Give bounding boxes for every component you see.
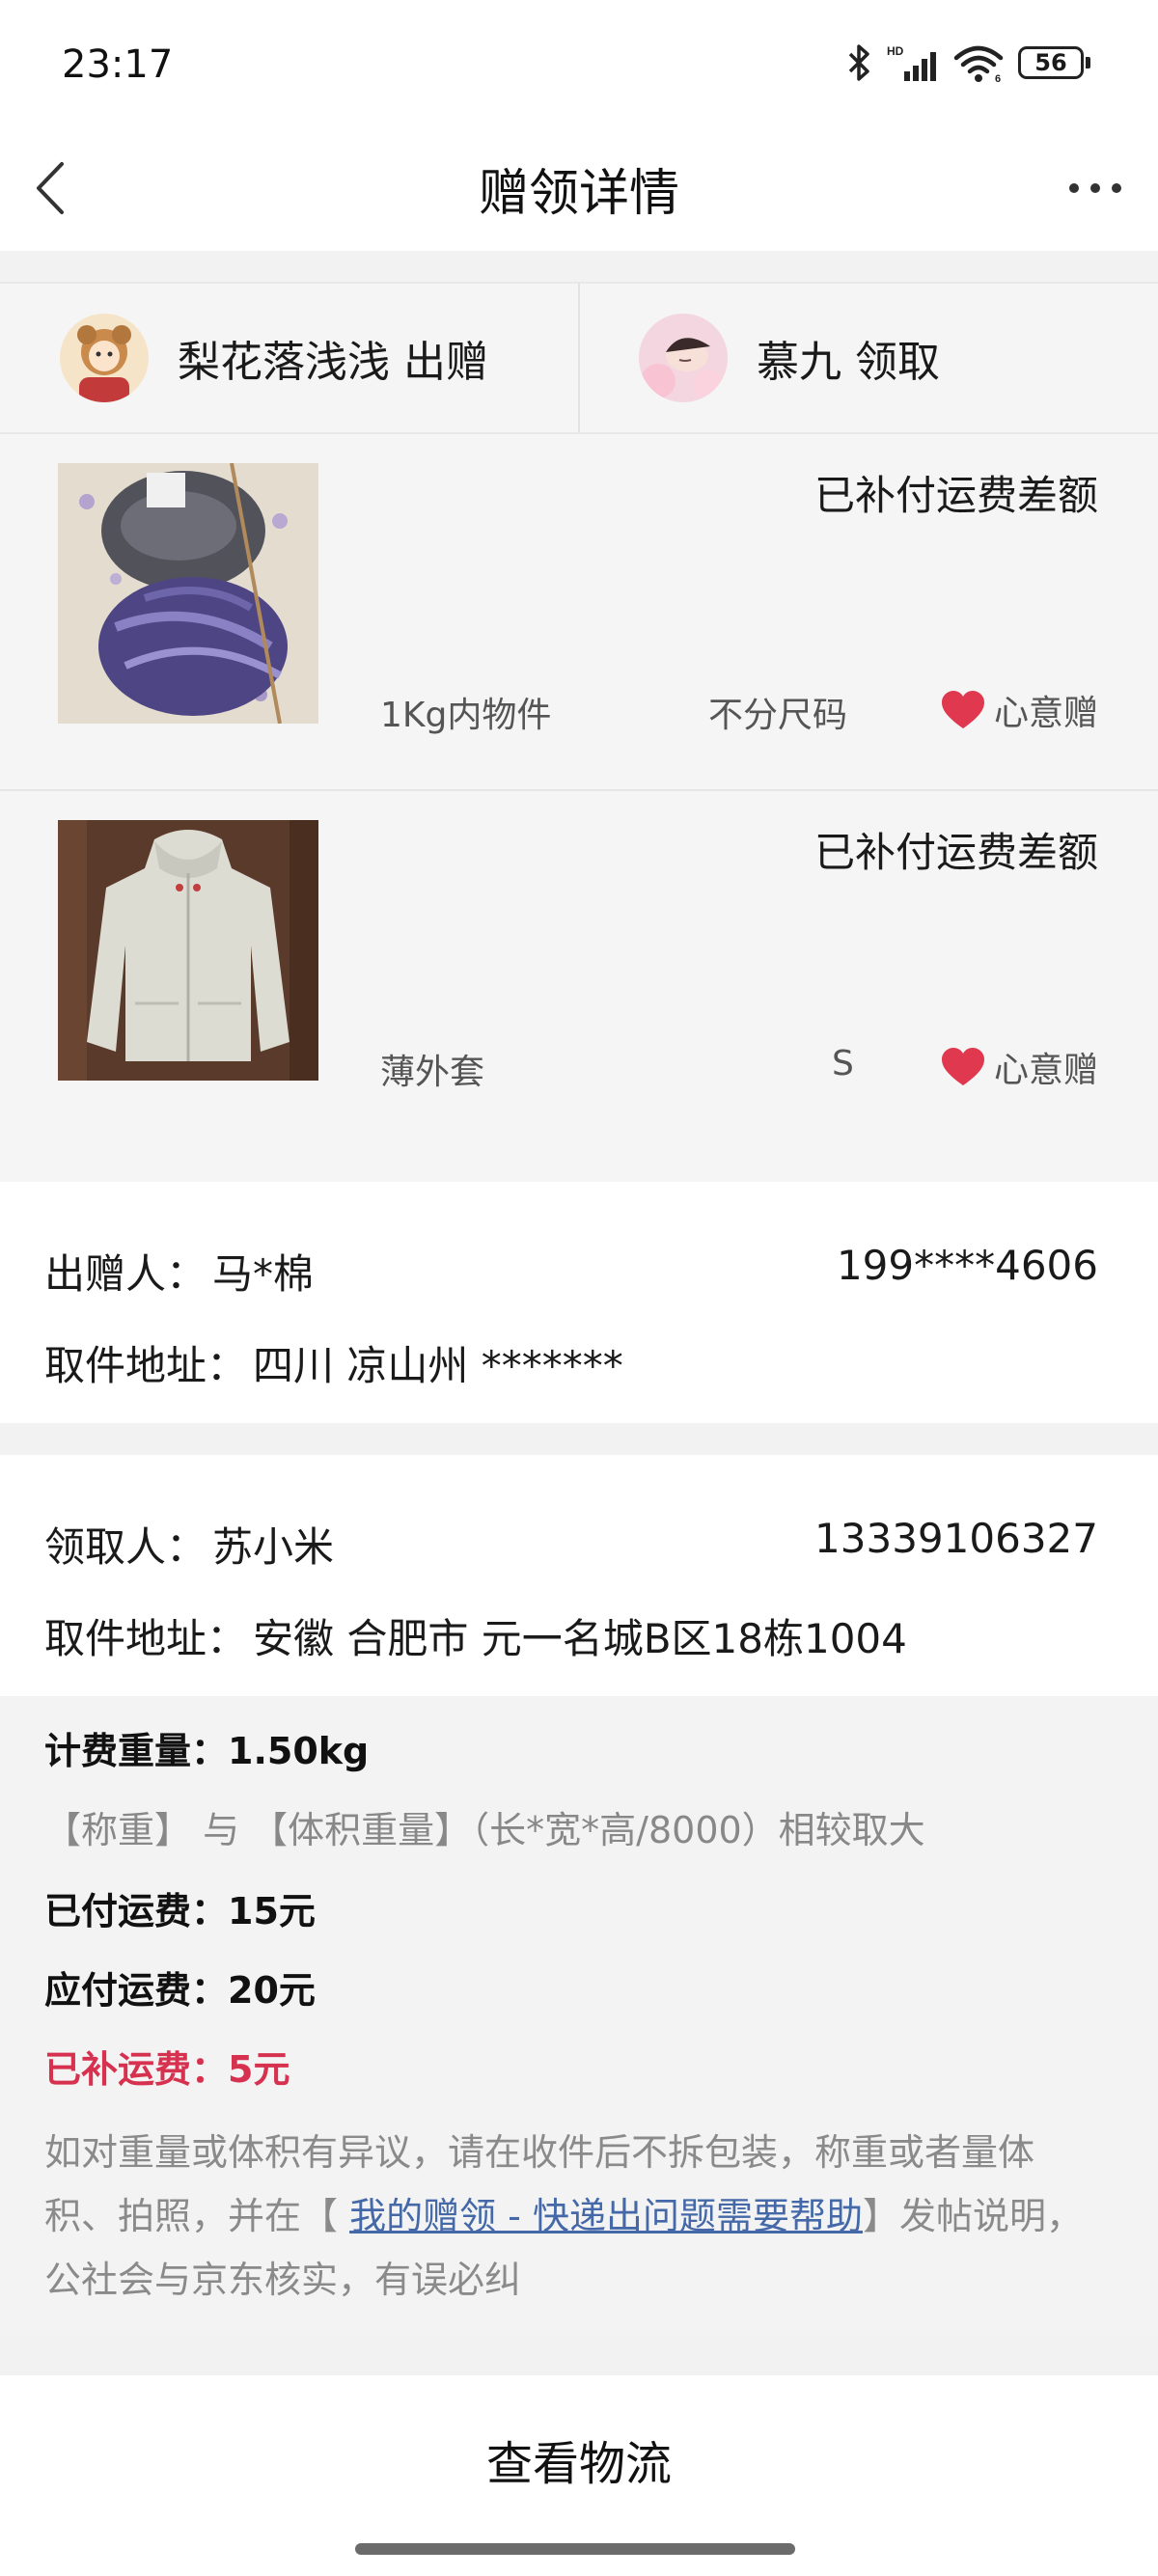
svg-text:6: 6 <box>995 73 1001 83</box>
giver-info-card: 出赠人： 马*棉 199****4606 取件地址： 四川 凉山州 ******* <box>0 1182 1158 1423</box>
status-time: 23:17 <box>62 42 174 87</box>
giver-address-label: 取件地址： <box>44 1342 248 1389</box>
receiver-party[interactable]: 慕九 领取 <box>639 284 940 432</box>
item-thumbnail-yarn <box>58 463 318 724</box>
item-size: 不分尺码 <box>708 696 848 735</box>
item-card[interactable]: 已补付运费差额 薄外套 S 心意赠 <box>0 791 1158 1182</box>
billing-weight-row: 计费重量：1.50kg <box>44 1721 1098 1774</box>
giver-contact-row: 出赠人： 马*棉 199****4606 <box>44 1242 1098 1301</box>
battery-icon: 56 <box>1018 46 1090 79</box>
item-thumbnail-jacket <box>58 820 318 1081</box>
status-bar: 23:17 HD 6 56 <box>0 0 1158 125</box>
item-size: S <box>832 1044 854 1083</box>
receiver-address-label: 取件地址： <box>44 1615 248 1662</box>
paid-fee-row: 已付运费：15元 <box>44 1881 1098 1934</box>
paid-fee-value: 15元 <box>228 1890 316 1932</box>
item-tag-label: 心意赠 <box>993 1051 1098 1090</box>
receiver-label: 领取人： <box>44 1523 207 1571</box>
party-divider <box>578 284 580 432</box>
receiver-contact-name: 苏小米 <box>212 1523 335 1571</box>
receiver-address-row: 取件地址： 安徽 合肥市 元一名城B区18栋1004 <box>44 1606 1098 1665</box>
fee-section: 计费重量：1.50kg 【称重】 与 【体积重量】（长*宽*高/8000）相较取… <box>0 1696 1158 2337</box>
billing-weight-value: 1.50kg <box>228 1730 370 1772</box>
home-indicator[interactable] <box>355 2543 795 2555</box>
item-tag: 心意赠 <box>940 685 1098 735</box>
giver-address-row: 取件地址： 四川 凉山州 ******* <box>44 1333 1098 1392</box>
extra-fee-label: 已补运费： <box>44 2048 229 2091</box>
wifi-icon: 6 <box>953 45 1004 83</box>
svg-text:HD: HD <box>887 44 904 58</box>
due-fee-label: 应付运费： <box>44 1969 229 2012</box>
extra-fee-row: 已补运费：5元 <box>44 2040 1098 2093</box>
giver-label: 出赠人： <box>44 1250 207 1298</box>
bluetooth-icon <box>848 44 869 81</box>
bottom-bar: 查看物流 <box>0 2375 1158 2576</box>
heart-icon <box>941 1048 984 1085</box>
receiver-phone: 13339106327 <box>814 1515 1098 1562</box>
item-name: 薄外套 <box>380 1053 485 1092</box>
item-name: 1Kg内物件 <box>380 696 552 735</box>
more-options-icon[interactable] <box>1062 154 1129 222</box>
giver-role: 出赠 <box>403 338 488 387</box>
status-icons: HD 6 56 <box>844 42 1090 83</box>
item-tag-label: 心意赠 <box>993 694 1098 733</box>
giver-party[interactable]: 梨花落浅浅 出赠 <box>60 284 488 432</box>
parties-row: 梨花落浅浅 出赠 慕九 领取 <box>0 282 1158 434</box>
paid-fee-label: 已付运费： <box>44 1890 229 1932</box>
battery-level: 56 <box>1018 46 1084 79</box>
giver-address: 四川 凉山州 ******* <box>253 1342 623 1389</box>
signal-icon: HD <box>887 44 936 81</box>
view-logistics-button[interactable]: 查看物流 <box>0 2425 1158 2493</box>
receiver-address: 安徽 合肥市 元一名城B区18栋1004 <box>253 1615 907 1662</box>
due-fee-value: 20元 <box>228 1969 316 2012</box>
giver-avatar <box>60 314 149 402</box>
page-title: 赠领详情 <box>478 165 679 223</box>
weight-rule: 【称重】 与 【体积重量】（长*宽*高/8000）相较取大 <box>44 1809 925 1851</box>
giver-contact-name: 马*棉 <box>212 1250 315 1298</box>
receiver-info-card: 领取人： 苏小米 13339106327 取件地址： 安徽 合肥市 元一名城B区18… <box>0 1455 1158 1696</box>
receiver-name: 慕九 <box>757 338 841 387</box>
due-fee-row: 应付运费：20元 <box>44 1960 1098 2014</box>
nav-bar: 赠领详情 <box>0 125 1158 251</box>
heart-icon <box>941 691 984 728</box>
receiver-avatar <box>639 314 728 402</box>
dispute-note: 如对重量或体积有异议，请在收件后不拆包装，称重或者量体积、拍照，并在【 我的赠领… <box>44 2121 1098 2312</box>
help-link[interactable]: 我的赠领 - 快递出问题需要帮助 <box>349 2195 863 2237</box>
receiver-contact-row: 领取人： 苏小米 13339106327 <box>44 1515 1098 1574</box>
item-card[interactable]: 已补付运费差额 1Kg内物件 不分尺码 心意赠 <box>0 434 1158 791</box>
item-status: 已补付运费差额 <box>813 829 1098 876</box>
item-tag: 心意赠 <box>940 1042 1098 1092</box>
giver-phone: 199****4606 <box>836 1242 1098 1289</box>
extra-fee-value: 5元 <box>228 2048 290 2091</box>
billing-weight-label: 计费重量： <box>44 1730 229 1772</box>
item-status: 已补付运费差额 <box>813 472 1098 519</box>
giver-name: 梨花落浅浅 <box>178 338 390 387</box>
receiver-role: 领取 <box>855 338 940 387</box>
